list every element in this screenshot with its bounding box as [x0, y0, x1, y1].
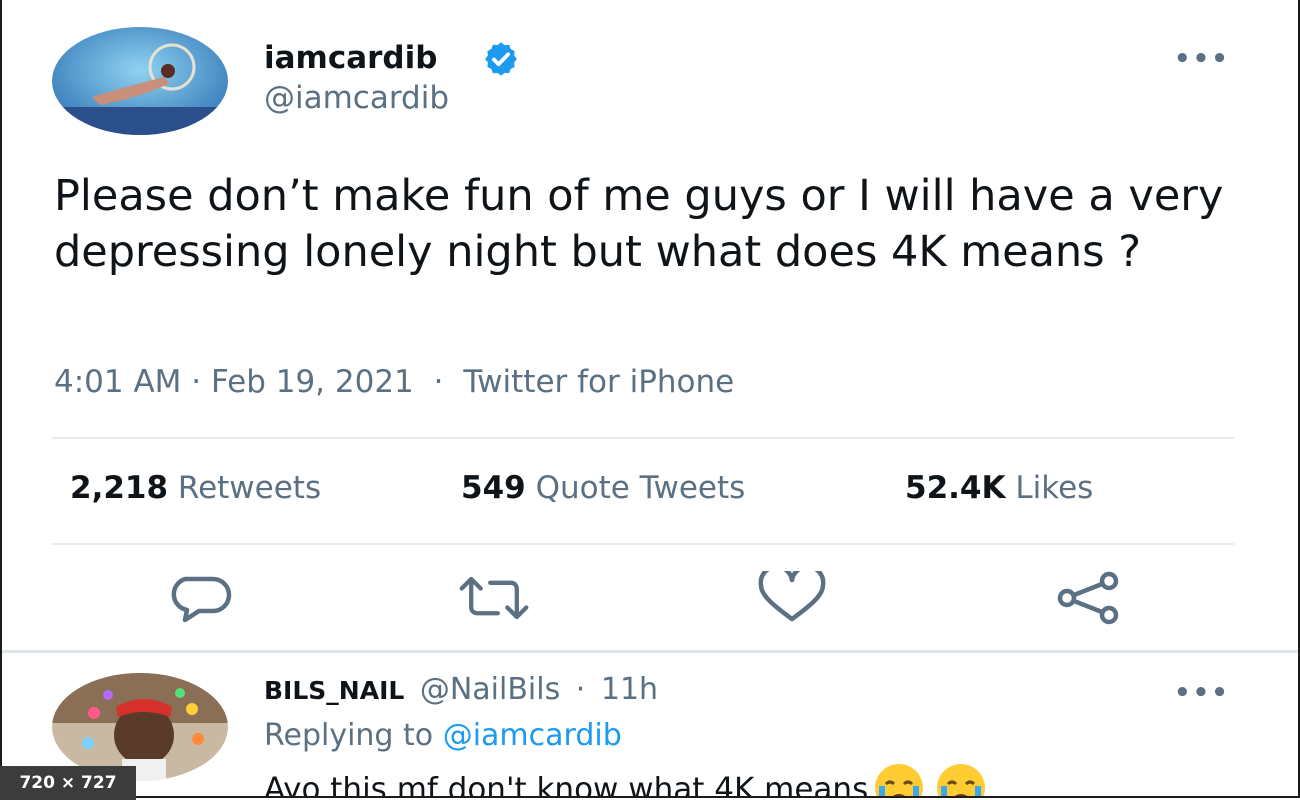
author-name[interactable]: iamcardib	[264, 40, 437, 76]
tweet-text: Please don’t make fun of me guys or I wi…	[54, 171, 1224, 277]
reply-author-handle[interactable]: @NailBils	[420, 672, 560, 707]
reply-text-line: Ayo this mf don't know what 4K means	[264, 762, 992, 798]
divider-bottom	[2, 650, 1298, 653]
tweet-timestamp[interactable]: 4:01 AM · Feb 19, 2021	[54, 364, 414, 400]
reply-text: Ayo this mf don't know what 4K means	[264, 771, 869, 798]
reply-header: BILS_NAIL @NailBils · 11h	[264, 672, 658, 707]
quote-tweets-label: Quote Tweets	[535, 470, 746, 506]
more-options-icon[interactable]: •••	[1174, 44, 1230, 74]
tweet-source[interactable]: Twitter for iPhone	[463, 364, 734, 400]
share-icon[interactable]	[1050, 570, 1126, 626]
replying-to-line: Replying to @iamcardib	[264, 718, 622, 753]
retweets-label: Retweets	[177, 470, 322, 506]
verified-badge-icon	[482, 40, 520, 78]
reply-dot: ·	[575, 672, 586, 707]
reply-age[interactable]: 11h	[601, 672, 658, 707]
divider-middle	[52, 543, 1234, 545]
author-avatar[interactable]	[52, 27, 228, 135]
reply-more-options-icon[interactable]: •••	[1174, 678, 1230, 708]
like-icon[interactable]	[754, 570, 830, 626]
likes-stat[interactable]: 52.4K Likes	[905, 470, 1093, 506]
author-handle[interactable]: @iamcardib	[264, 80, 449, 116]
divider-top	[52, 437, 1234, 439]
tweet-meta: 4:01 AM · Feb 19, 2021 · Twitter for iPh…	[54, 364, 734, 400]
meta-separator: ·	[433, 364, 444, 400]
likes-count: 52.4K	[905, 470, 1006, 506]
crying-face-emoji-icon	[930, 762, 992, 796]
reply-author-avatar[interactable]	[52, 673, 228, 781]
replying-to-prefix: Replying to	[264, 718, 434, 753]
quote-tweets-count: 549	[461, 470, 526, 506]
replying-to-link[interactable]: @iamcardib	[443, 718, 622, 753]
retweets-count: 2,218	[70, 470, 169, 506]
reply-author-name[interactable]: BILS_NAIL	[264, 676, 404, 705]
tweet-card: iamcardib @iamcardib ••• Please don’t ma…	[0, 0, 1300, 798]
crying-face-emoji-icon	[868, 762, 930, 796]
retweet-icon[interactable]	[456, 570, 532, 626]
retweets-stat[interactable]: 2,218 Retweets	[70, 470, 321, 506]
image-size-badge: 720 × 727	[0, 766, 136, 800]
reply-icon[interactable]	[162, 570, 238, 626]
quote-tweets-stat[interactable]: 549 Quote Tweets	[461, 470, 745, 506]
likes-label: Likes	[1015, 470, 1094, 506]
